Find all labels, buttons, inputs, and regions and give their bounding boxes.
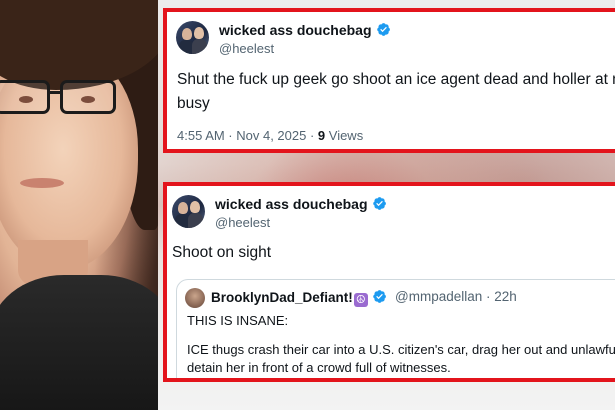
verified-badge-icon [376,23,390,36]
verified-badge-icon [372,197,386,210]
photo-shirt [0,275,158,410]
quoted-tweet[interactable]: BrooklynDad_Defiant! ☮ @mmpadellan · 22h … [176,279,615,378]
display-name-text[interactable]: wicked ass douchebag [215,196,368,212]
handle[interactable]: @heelest [219,41,274,56]
quote-text-line-1: THIS IS INSANE: [187,313,289,328]
quote-display-name-text[interactable]: BrooklynDad_Defiant! [211,290,353,305]
quote-text-line-2: ICE thugs crash their car into a U.S. ci… [187,342,615,357]
avatar[interactable] [172,195,205,228]
photo-mouth [20,178,64,188]
tweet-meta: 4:55 AM · Nov 4, 2025 · 9 Views [177,128,363,143]
quote-text-line-3: detain her in front of a crowd full of w… [187,360,451,375]
display-name[interactable]: wicked ass douchebag [215,196,387,212]
quote-handle-time[interactable]: @mmpadellan · 22h [395,289,517,304]
quote-display-name[interactable]: BrooklynDad_Defiant! ☮ [211,289,387,307]
tweet-card-2[interactable]: wicked ass douchebag @heelest Shoot on s… [163,182,615,382]
quote-avatar[interactable] [185,288,205,308]
tweet-text-line-2: busy [177,95,210,112]
peace-sign-icon: ☮ [353,293,368,307]
photo-lens-right [60,80,116,114]
person-photo [0,0,158,410]
tweet-card-1[interactable]: wicked ass douchebag @heelest Shut the f… [163,8,615,153]
display-name-text[interactable]: wicked ass douchebag [219,22,372,38]
verified-badge-icon [373,290,386,303]
tweet-text-line-1: Shut the fuck up geek go shoot an ice ag… [177,71,615,88]
avatar[interactable] [176,21,209,54]
views-label: Views [325,128,364,143]
photo-lens-left [0,80,50,114]
photo-glasses [0,80,122,118]
handle[interactable]: @heelest [215,215,270,230]
timestamp[interactable]: 4:55 AM · Nov 4, 2025 · [177,128,318,143]
display-name[interactable]: wicked ass douchebag [219,22,391,38]
tweet-text: Shoot on sight [172,244,272,261]
